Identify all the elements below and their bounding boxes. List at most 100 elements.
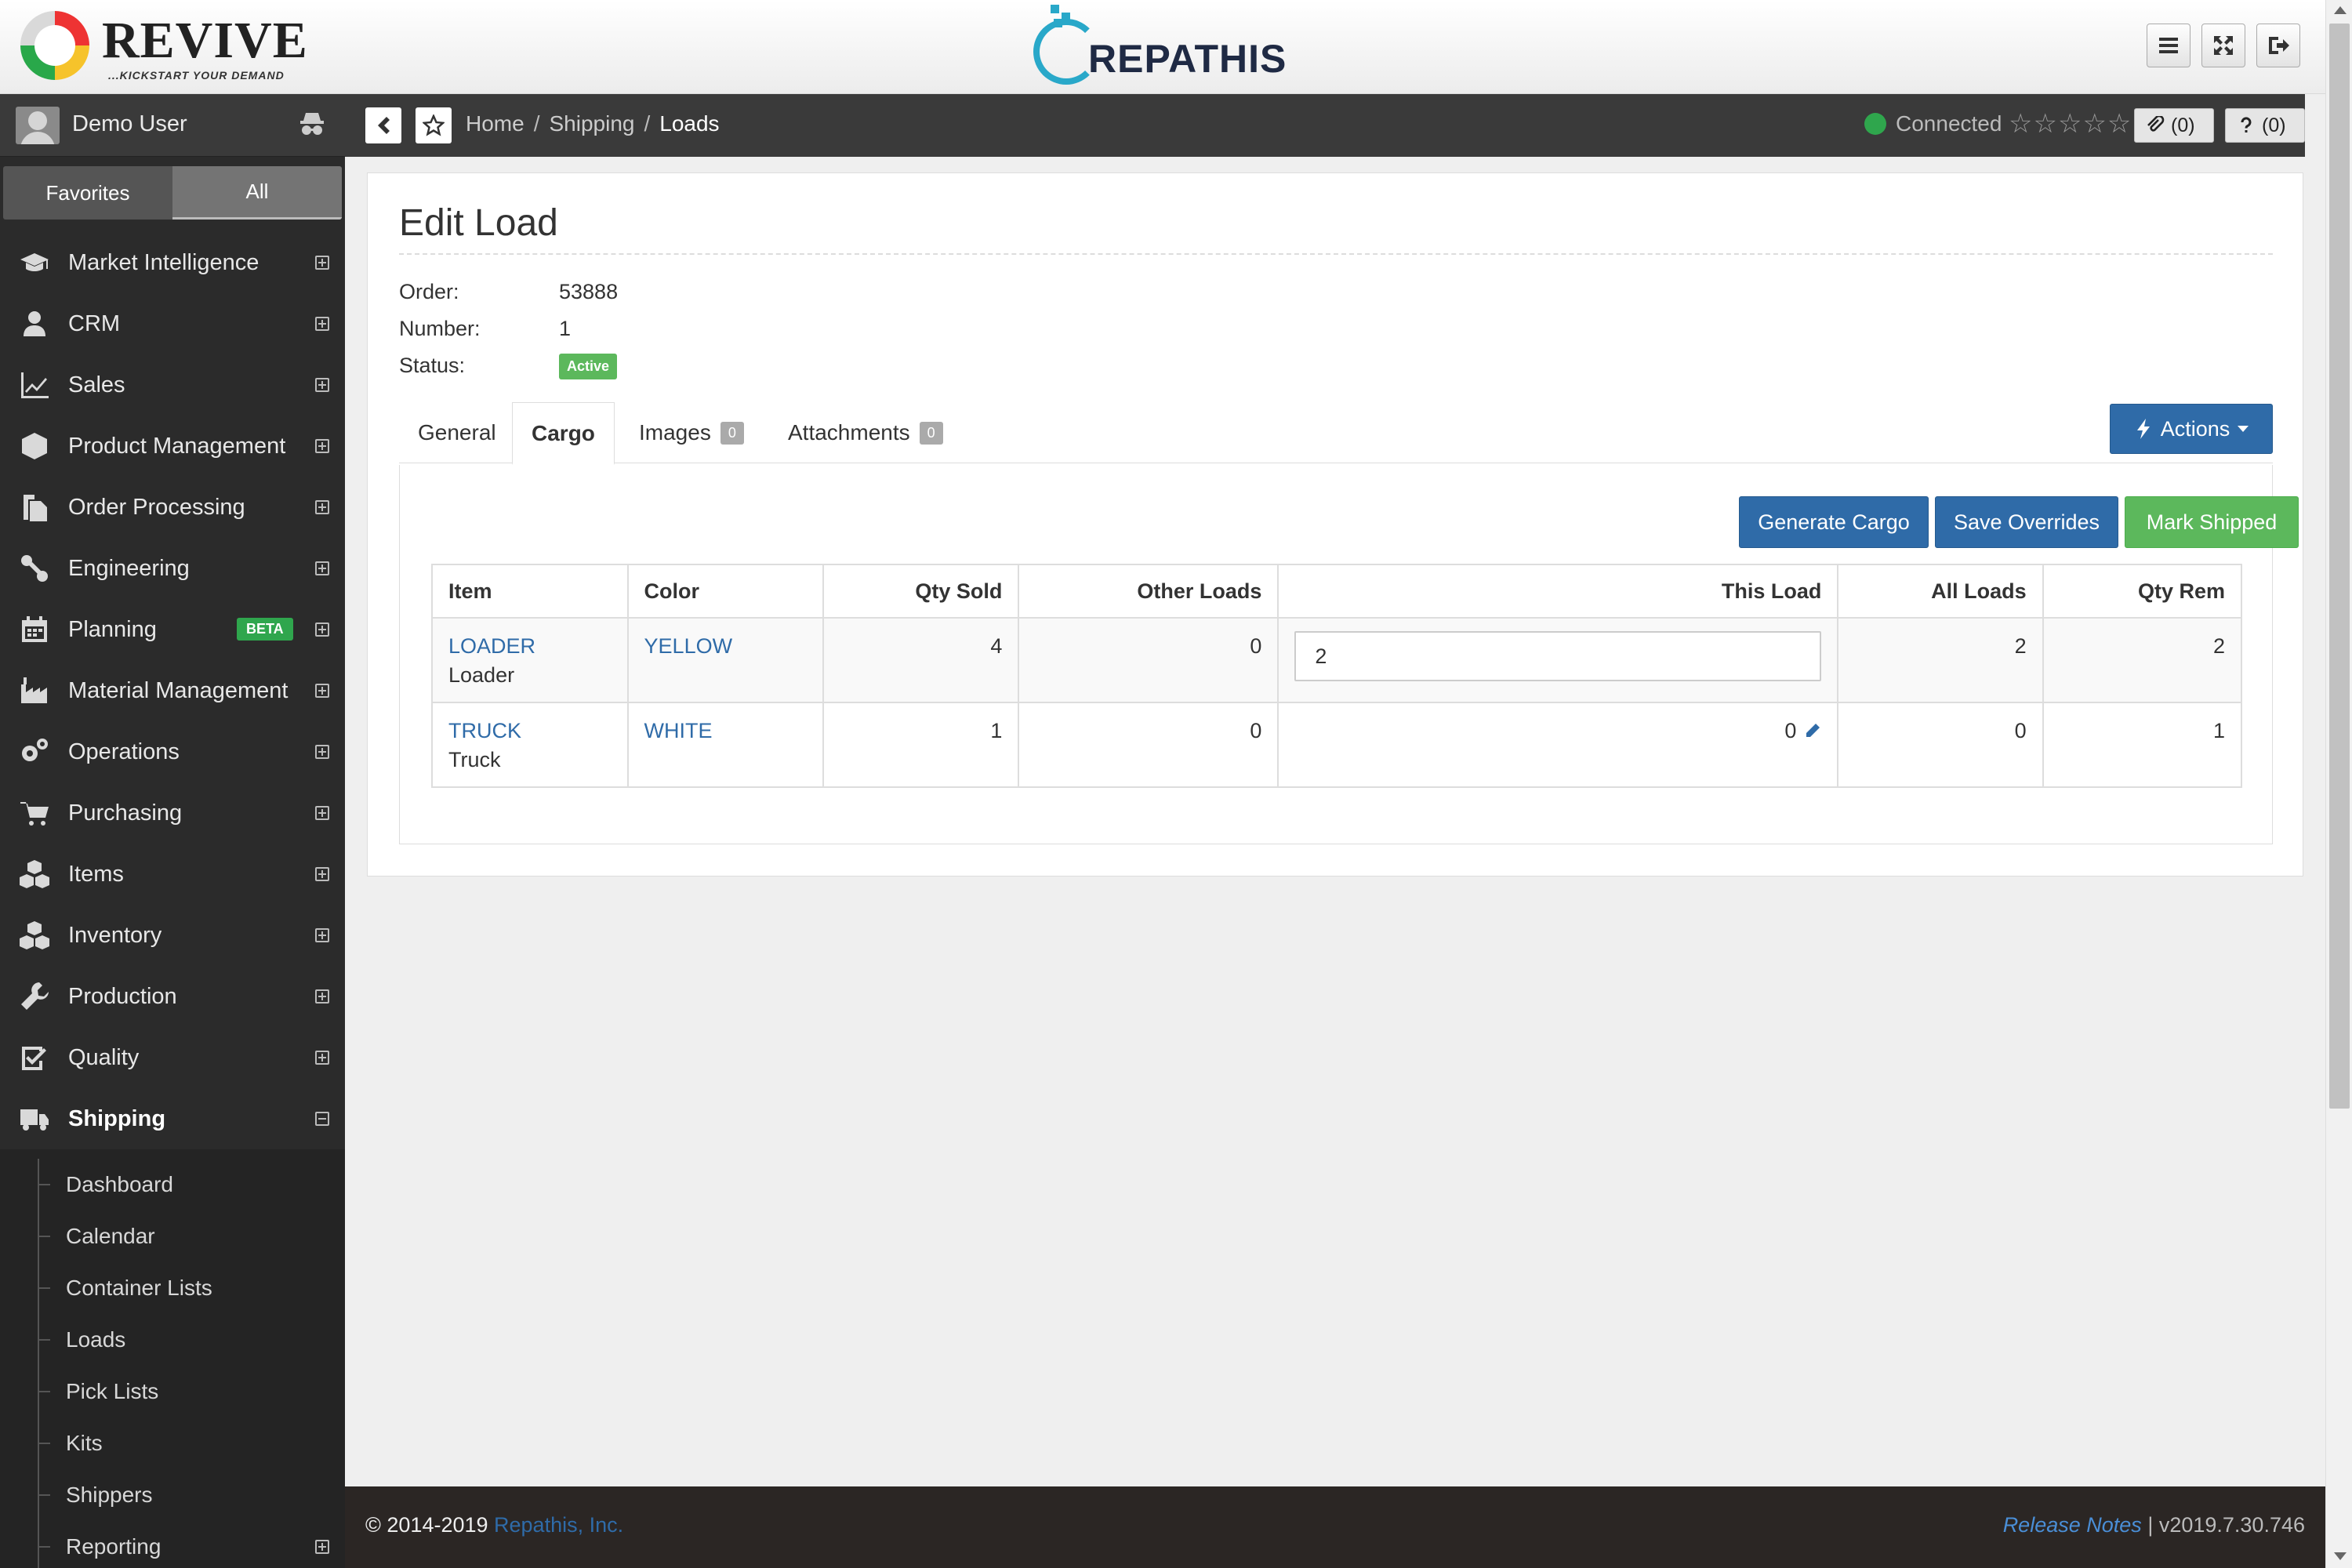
sidebar-item-items[interactable]: Items — [0, 844, 345, 905]
subnav-item-container-lists[interactable]: Container Lists — [0, 1262, 345, 1314]
expand-icon[interactable] — [315, 1540, 329, 1554]
rating-stars[interactable]: ☆☆☆☆☆ — [2009, 108, 2132, 140]
subnav-item-dashboard[interactable]: Dashboard — [0, 1159, 345, 1210]
column-header[interactable]: Other Loads — [1018, 564, 1279, 619]
expand-icon[interactable] — [315, 378, 329, 392]
bolt-icon — [2136, 419, 2150, 439]
this-load-cell — [1277, 617, 1839, 703]
generate-cargo-button[interactable]: Generate Cargo — [1739, 496, 1929, 548]
item-link[interactable]: LOADER — [448, 634, 535, 658]
logout-button[interactable] — [2256, 24, 2300, 67]
company-link[interactable]: Repathis, Inc. — [494, 1513, 623, 1537]
item-link[interactable]: TRUCK — [448, 719, 521, 742]
pencil-icon[interactable] — [1804, 722, 1821, 739]
column-header[interactable]: Qty Rem — [2042, 564, 2243, 619]
revive-logo[interactable]: REVIVE ...KICKSTART YOUR DEMAND — [20, 8, 318, 86]
expand-icon[interactable] — [315, 867, 329, 881]
expand-icon[interactable] — [315, 806, 329, 820]
version-text: | v2019.7.30.746 — [2147, 1513, 2305, 1537]
subnav-item-calendar[interactable]: Calendar — [0, 1210, 345, 1262]
column-header[interactable]: Color — [626, 564, 825, 619]
scroll-down-icon[interactable] — [2334, 1552, 2347, 1560]
expand-icon[interactable] — [315, 1051, 329, 1065]
revive-logo-text: REVIVE — [102, 12, 308, 69]
column-header[interactable]: Item — [431, 564, 629, 619]
sidebar-item-crm[interactable]: CRM — [0, 293, 345, 354]
subnav-item-reporting[interactable]: Reporting — [0, 1521, 345, 1568]
column-header[interactable]: Qty Sold — [822, 564, 1020, 619]
expand-icon[interactable] — [315, 989, 329, 1004]
this-load-input[interactable] — [1294, 631, 1822, 681]
actions-dropdown-button[interactable]: Actions — [2110, 404, 2273, 454]
tab-favorites[interactable]: Favorites — [3, 166, 172, 220]
page-scrollbar[interactable] — [2325, 0, 2352, 1568]
column-header[interactable]: This Load — [1277, 564, 1839, 619]
order-link[interactable]: 53888 — [559, 280, 618, 304]
sidebar-item-inventory[interactable]: Inventory — [0, 905, 345, 966]
cubes-icon — [17, 857, 52, 891]
back-button[interactable] — [365, 107, 401, 143]
tab-attachments[interactable]: Attachments 0 — [769, 402, 962, 463]
cargo-tab-content: Generate Cargo Save Overrides Mark Shipp… — [399, 465, 2299, 844]
save-overrides-button[interactable]: Save Overrides — [1935, 496, 2118, 548]
sidebar-item-order-processing[interactable]: Order Processing — [0, 477, 345, 538]
menu-button[interactable] — [2147, 24, 2190, 67]
collapse-icon[interactable] — [315, 1112, 329, 1126]
column-header[interactable]: All Loads — [1837, 564, 2044, 619]
sidebar-item-operations[interactable]: Operations — [0, 721, 345, 782]
hamburger-icon — [2159, 38, 2178, 53]
incognito-icon[interactable] — [298, 110, 326, 138]
expand-icon[interactable] — [315, 622, 329, 637]
footer: © 2014-2019 Repathis, Inc. Release Notes… — [345, 1486, 2325, 1568]
mark-shipped-button[interactable]: Mark Shipped — [2125, 496, 2299, 548]
color-link[interactable]: WHITE — [644, 719, 713, 742]
scroll-up-icon[interactable] — [2334, 6, 2347, 14]
tab-images[interactable]: Images 0 — [620, 402, 763, 463]
all-loads-cell: 2 — [1837, 617, 2044, 703]
release-notes-link[interactable]: Release Notes — [2003, 1513, 2142, 1537]
title-divider — [399, 253, 2273, 255]
tab-all[interactable]: All — [172, 166, 342, 220]
subnav-item-label: Kits — [66, 1431, 103, 1455]
sidebar-item-shipping[interactable]: Shipping — [0, 1088, 345, 1149]
sidebar-item-quality[interactable]: Quality — [0, 1027, 345, 1088]
favorite-button[interactable] — [416, 107, 452, 143]
expand-icon[interactable] — [315, 256, 329, 270]
scrollbar-thumb[interactable] — [2329, 24, 2350, 1109]
expand-icon[interactable] — [315, 684, 329, 698]
tab-general[interactable]: General — [399, 402, 515, 463]
sidebar-item-purchasing[interactable]: Purchasing — [0, 782, 345, 844]
sidebar-item-market-intelligence[interactable]: Market Intelligence — [0, 232, 345, 293]
sidebar-item-material-management[interactable]: Material Management — [0, 660, 345, 721]
paperclip-icon — [2147, 116, 2165, 132]
subnav-item-pick-lists[interactable]: Pick Lists — [0, 1366, 345, 1417]
attachments-button[interactable]: (0) — [2134, 108, 2214, 143]
expand-icon[interactable] — [315, 317, 329, 331]
avatar[interactable] — [16, 107, 60, 144]
subnav-item-loads[interactable]: Loads — [0, 1314, 345, 1366]
subnav-item-label: Pick Lists — [66, 1379, 159, 1403]
sidebar-item-production[interactable]: Production — [0, 966, 345, 1027]
fullscreen-button[interactable] — [2201, 24, 2245, 67]
sidebar-item-sales[interactable]: Sales — [0, 354, 345, 416]
subnav-item-shippers[interactable]: Shippers — [0, 1469, 345, 1521]
tab-cargo[interactable]: Cargo — [512, 402, 615, 465]
sidebar-item-engineering[interactable]: Engineering — [0, 538, 345, 599]
color-link[interactable]: YELLOW — [644, 634, 733, 658]
breadcrumb-home[interactable]: Home — [466, 111, 524, 136]
files-icon — [17, 490, 52, 524]
sidebar-item-product-management[interactable]: Product Management — [0, 416, 345, 477]
expand-icon[interactable] — [315, 561, 329, 575]
expand-icon[interactable] — [315, 439, 329, 453]
expand-icon[interactable] — [315, 500, 329, 514]
user-name[interactable]: Demo User — [72, 111, 187, 137]
help-button[interactable]: (0) — [2225, 108, 2305, 143]
sidebar-item-planning[interactable]: Planning BETA — [0, 599, 345, 660]
breadcrumb-shipping[interactable]: Shipping — [549, 111, 634, 136]
subnav-item-kits[interactable]: Kits — [0, 1417, 345, 1469]
breadcrumb-separator: / — [533, 111, 540, 136]
repathis-logo[interactable]: REPATHIS — [1033, 5, 1300, 86]
qty-rem-cell: 1 — [2042, 702, 2243, 788]
expand-icon[interactable] — [315, 745, 329, 759]
expand-icon[interactable] — [315, 928, 329, 942]
